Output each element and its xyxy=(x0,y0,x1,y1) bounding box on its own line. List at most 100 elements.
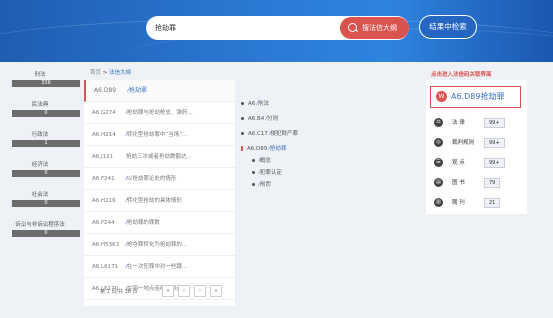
list-item[interactable]: A6.F244 ⁄抢劫罪的罪数 xyxy=(84,212,235,234)
item-text: 抢劫罪 xyxy=(129,87,148,94)
item-code: A6.G274 xyxy=(92,110,116,116)
category-count: 0 xyxy=(12,230,80,237)
node-code: A6.B4 xyxy=(248,116,265,122)
stat-count: 79 xyxy=(484,178,501,188)
list-item[interactable]: A6.H214 ⁄转化型抢劫罪中“当场”... xyxy=(84,124,235,146)
breadcrumb: 首页 > 法信大纲 xyxy=(90,68,131,76)
bullet-icon xyxy=(241,132,244,135)
pager-last-button[interactable]: » xyxy=(210,285,222,297)
list-item[interactable]: A6.H5363 ⁄抢夺罪转化为抢劫罪的... xyxy=(84,234,235,256)
node-code: A6.C17 xyxy=(248,131,268,137)
stat-journal[interactable]: ▥ 期 刊 21 xyxy=(434,196,524,210)
stat-label: 裁判规则 xyxy=(452,140,475,146)
category-label: 诉讼与非诉讼程序法 xyxy=(15,222,65,228)
list-item[interactable]: A6.D89 ⁄抢劫罪 xyxy=(84,80,235,102)
result-search-button[interactable]: 结果中检索 xyxy=(419,15,477,39)
code-title-box[interactable]: W A6.D89抢劫罪 xyxy=(430,86,521,108)
item-code: A6.D89 xyxy=(94,87,117,94)
pager-first-button[interactable]: « xyxy=(162,285,174,297)
category-count: 0 xyxy=(12,200,80,207)
stat-count: 99+ xyxy=(484,138,505,148)
node-label: 分则 xyxy=(266,116,278,122)
search-button-label: 搜法信大纲 xyxy=(362,24,397,32)
category-item[interactable]: 社会法 0 xyxy=(0,184,80,214)
item-text: 在一次犯罪中对一些跟... xyxy=(126,264,188,270)
child-label: 犯罪认定 xyxy=(259,170,282,176)
category-label: 刑法 xyxy=(34,72,46,78)
stat-label: 法 律 xyxy=(452,120,465,126)
item-code: A6.H216 xyxy=(92,198,116,204)
category-label: 民法典 xyxy=(31,102,49,108)
code-panel: W A6.D89抢劫罪 ⚖ 法 律 99+ ◎ 裁判规则 99+ ☰ 观 点 9… xyxy=(426,80,527,214)
category-count: 0 xyxy=(12,170,80,177)
node-code: A6.D89 xyxy=(247,146,268,152)
tree-node[interactable]: A6.B4 ⁄分则 xyxy=(241,114,278,122)
book-icon: ▤ xyxy=(434,178,443,187)
code-title: A6.D89抢劫罪 xyxy=(451,92,505,101)
category-item[interactable]: 行政法 1 xyxy=(0,124,80,154)
category-item[interactable]: 诉讼与非诉讼程序法 0 xyxy=(0,214,80,244)
category-count: 336 xyxy=(12,80,80,87)
list-item[interactable]: A6.J121 抢劫三次或者抢劫数额达... xyxy=(84,146,235,168)
node-code: A6 xyxy=(248,101,256,107)
stat-judgment[interactable]: ◎ 裁判规则 99+ xyxy=(434,136,524,150)
list-item[interactable]: A6.H216 ⁄转化型抢劫的具体情形 xyxy=(84,190,235,212)
child-label: 概念 xyxy=(259,158,271,164)
bullet-icon xyxy=(241,117,244,120)
pager: 第 1 页/共 36 页 « ‹ › » xyxy=(84,285,235,299)
outline-list: A6.D89 ⁄抢劫罪 A6.G274 ⁄抢劫罪与抢劫枪支、弹药... A6.H… xyxy=(84,80,235,306)
tree-node[interactable]: A6.C17 ⁄侵犯财产罪 xyxy=(241,129,298,137)
item-text: 抢劫罪的罪数 xyxy=(126,220,160,226)
bullet-icon xyxy=(241,102,244,105)
node-label: 抢劫罪 xyxy=(269,146,287,152)
annotation-note: 点击进入法信码关联界面 xyxy=(431,72,492,78)
search-button[interactable]: 搜法信大纲 xyxy=(340,17,409,39)
item-code: A6.J121 xyxy=(92,154,114,160)
stat-opinion[interactable]: ☰ 观 点 99+ xyxy=(434,156,524,170)
judgment-icon: ◎ xyxy=(434,138,443,147)
list-item[interactable]: A6.L6171 ⁄在一次犯罪中对一些跟... xyxy=(84,256,235,278)
pager-next-button[interactable]: › xyxy=(194,285,206,297)
bullet-icon xyxy=(252,171,255,174)
breadcrumb-home[interactable]: 首页 xyxy=(90,70,101,76)
item-text: 抢夺罪转化为抢劫罪的... xyxy=(126,242,188,248)
category-item[interactable]: 经济法 0 xyxy=(0,154,80,184)
stat-label: 图 书 xyxy=(452,180,465,186)
item-code: A6.L6171 xyxy=(92,264,119,270)
item-text: 以抢劫罪论处的情形 xyxy=(126,176,177,182)
code-logo-icon: W xyxy=(436,91,447,102)
stat-law[interactable]: ⚖ 法 律 99+ xyxy=(434,116,524,130)
category-count: 0 xyxy=(12,110,80,117)
category-count: 1 xyxy=(12,140,80,147)
list-item[interactable]: A6.G274 ⁄抢劫罪与抢劫枪支、弹药... xyxy=(84,102,235,124)
child-label: 刑罚 xyxy=(259,182,271,188)
item-code: A6.F244 xyxy=(92,220,115,226)
item-code: A6.H214 xyxy=(92,132,116,138)
bullet-icon xyxy=(252,183,255,186)
outline-tree: A6 ⁄刑法 A6.B4 ⁄分则 A6.C17 ⁄侵犯财产罪 A6.D89 ⁄抢… xyxy=(238,80,423,306)
tree-child[interactable]: ⁄概念 xyxy=(252,156,271,164)
category-item[interactable]: 刑法 336 xyxy=(0,64,80,94)
tree-child[interactable]: ⁄刑罚 xyxy=(252,180,271,188)
stat-label: 观 点 xyxy=(452,160,465,166)
opinion-icon: ☰ xyxy=(434,158,443,167)
tree-child[interactable]: ⁄犯罪认定 xyxy=(252,168,282,176)
breadcrumb-separator: > xyxy=(102,70,108,76)
stat-book[interactable]: ▤ 图 书 79 xyxy=(434,176,524,190)
item-text: 转化型抢劫的具体情形 xyxy=(126,198,182,204)
node-label: 刑法 xyxy=(257,101,269,107)
stat-count: 99+ xyxy=(484,158,505,168)
tree-node[interactable]: A6 ⁄刑法 xyxy=(241,99,269,107)
item-text: 抢劫罪与抢劫枪支、弹药... xyxy=(126,110,193,116)
bullet-icon xyxy=(252,159,255,162)
tree-node-current[interactable]: A6.D89 ⁄抢劫罪 xyxy=(241,144,286,152)
breadcrumb-current: 法信大纲 xyxy=(109,70,132,76)
header-banner: 抢劫罪 搜法信大纲 结果中检索 xyxy=(0,0,553,62)
list-item[interactable]: A6.F241 ⁄以抢劫罪论处的情形 xyxy=(84,168,235,190)
journal-icon: ▥ xyxy=(434,198,443,207)
pager-prev-button[interactable]: ‹ xyxy=(178,285,190,297)
pager-info: 第 1 页/共 36 页 xyxy=(100,289,138,295)
category-item[interactable]: 民法典 0 xyxy=(0,94,80,124)
category-label: 行政法 xyxy=(31,132,49,138)
law-icon: ⚖ xyxy=(434,118,443,127)
